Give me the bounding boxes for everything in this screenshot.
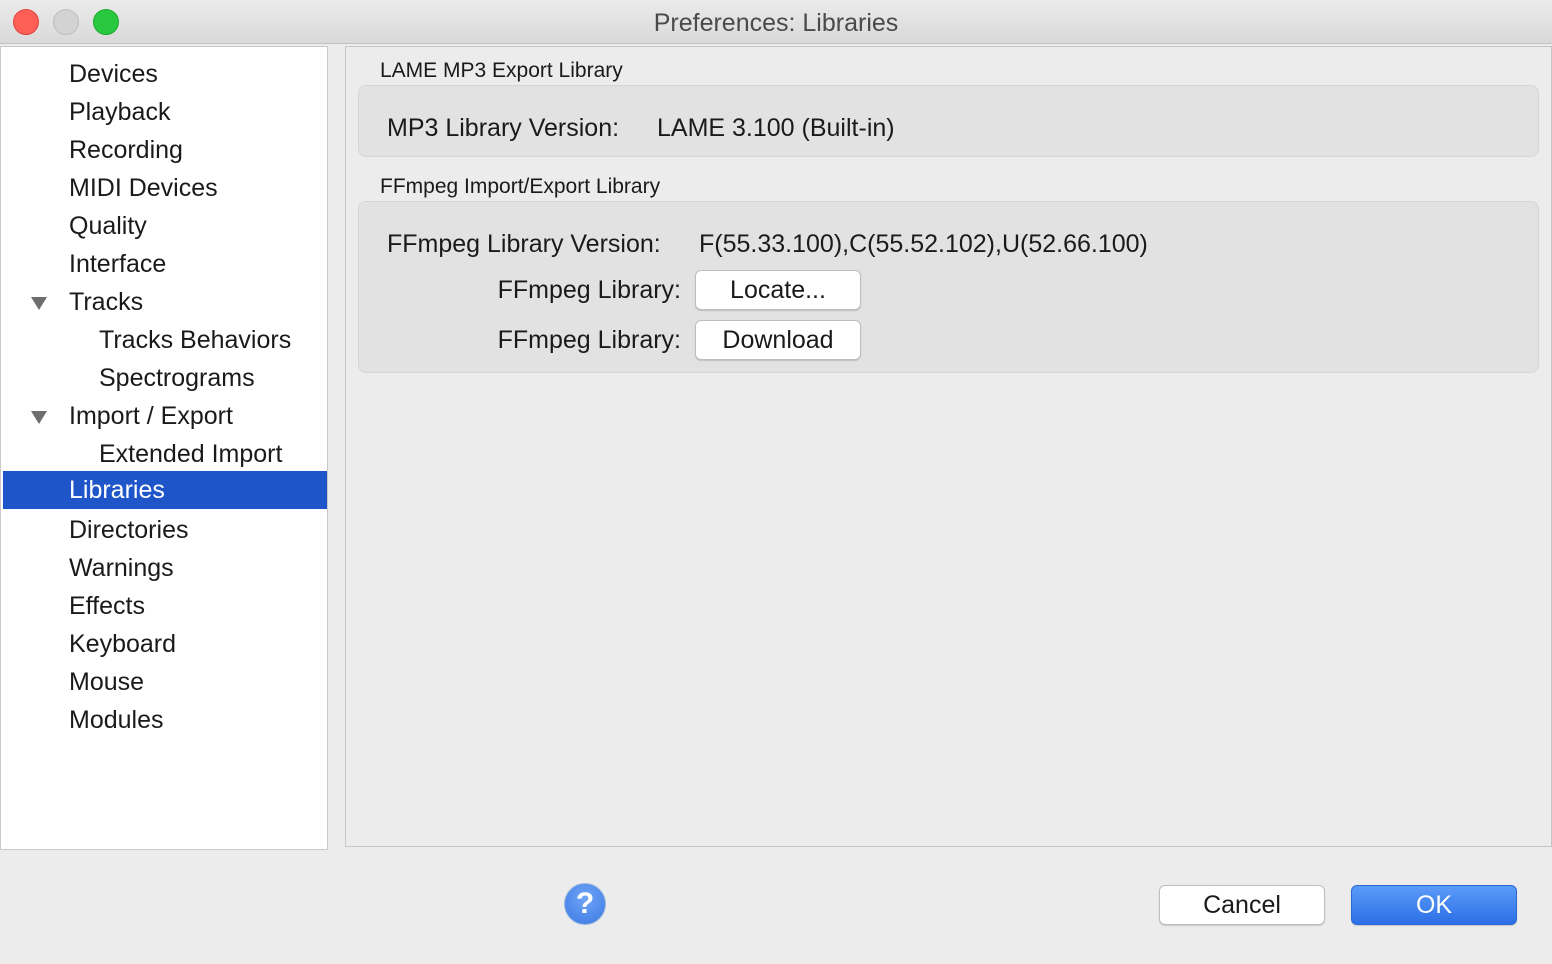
tree-item-spectrograms[interactable]: Spectrograms xyxy=(3,359,327,397)
tree-item-label: Mouse xyxy=(69,668,145,696)
tree-item-libraries[interactable]: Libraries xyxy=(3,471,327,509)
locate-button[interactable]: Locate... xyxy=(695,270,861,310)
tree-item-label: Warnings xyxy=(69,554,174,582)
lame-group-title: LAME MP3 Export Library xyxy=(380,59,623,82)
tree-item-tracks[interactable]: Tracks xyxy=(3,283,327,321)
ffmpeg-version-label: FFmpeg Library Version: xyxy=(387,230,661,258)
tree-item-label: Import / Export xyxy=(69,402,233,430)
tree-item-label: Playback xyxy=(69,98,171,126)
lame-group-box: MP3 Library Version: LAME 3.100 (Built-i… xyxy=(358,85,1539,157)
tree-item-label: Directories xyxy=(69,516,189,544)
tree-item-label: Keyboard xyxy=(69,630,177,658)
tree-item-import-export[interactable]: Import / Export xyxy=(3,397,327,435)
ffmpeg-group-box: FFmpeg Library Version: F(55.33.100),C(5… xyxy=(358,201,1539,373)
tree-item-label: Quality xyxy=(69,212,147,240)
ffmpeg-group-title: FFmpeg Import/Export Library xyxy=(380,175,661,198)
tree-item-label: Libraries xyxy=(69,476,165,504)
ok-button[interactable]: OK xyxy=(1351,885,1517,925)
disclosure-triangle-icon[interactable] xyxy=(31,297,47,310)
tree-item-label: MIDI Devices xyxy=(69,174,218,202)
tree-item-interface[interactable]: Interface xyxy=(3,245,327,283)
tree-item-label: Tracks xyxy=(69,288,144,316)
tree-item-quality[interactable]: Quality xyxy=(3,207,327,245)
tree-item-directories[interactable]: Directories xyxy=(3,511,327,549)
tree-item-devices[interactable]: Devices xyxy=(3,55,327,93)
download-button[interactable]: Download xyxy=(695,320,861,360)
tree-item-playback[interactable]: Playback xyxy=(3,93,327,131)
ffmpeg-locate-label: FFmpeg Library: xyxy=(497,276,681,304)
tree-item-effects[interactable]: Effects xyxy=(3,587,327,625)
tree-item-recording[interactable]: Recording xyxy=(3,131,327,169)
disclosure-triangle-icon[interactable] xyxy=(31,411,47,424)
help-icon[interactable]: ? xyxy=(564,883,606,925)
tree-item-label: Modules xyxy=(69,706,164,734)
preferences-category-tree[interactable]: Devices Playback Recording MIDI Devices … xyxy=(0,46,328,850)
tree-item-label: Spectrograms xyxy=(99,364,255,392)
tree-item-label: Tracks Behaviors xyxy=(99,326,292,354)
title-bar: Preferences: Libraries xyxy=(0,0,1552,44)
ffmpeg-version-value: F(55.33.100),C(55.52.102),U(52.66.100) xyxy=(699,230,1148,258)
tree-item-label: Recording xyxy=(69,136,183,164)
tree-item-warnings[interactable]: Warnings xyxy=(3,549,327,587)
tree-item-mouse[interactable]: Mouse xyxy=(3,663,327,701)
tree-item-tracks-behaviors[interactable]: Tracks Behaviors xyxy=(3,321,327,359)
tree-item-label: Extended Import xyxy=(99,440,283,468)
tree-item-extended-import[interactable]: Extended Import xyxy=(3,435,327,473)
libraries-panel: LAME MP3 Export Library MP3 Library Vers… xyxy=(345,46,1552,847)
tree-item-modules[interactable]: Modules xyxy=(3,701,327,739)
mp3-version-label: MP3 Library Version: xyxy=(387,114,620,142)
tree-item-label: Effects xyxy=(69,592,145,620)
tree-item-keyboard[interactable]: Keyboard xyxy=(3,625,327,663)
tree-item-label: Interface xyxy=(69,250,167,278)
cancel-button[interactable]: Cancel xyxy=(1159,885,1325,925)
tree-item-midi-devices[interactable]: MIDI Devices xyxy=(3,169,327,207)
mp3-version-value: LAME 3.100 (Built-in) xyxy=(657,114,895,142)
window-title: Preferences: Libraries xyxy=(653,9,899,37)
ffmpeg-download-label: FFmpeg Library: xyxy=(497,326,681,354)
tree-item-label: Devices xyxy=(69,60,158,88)
